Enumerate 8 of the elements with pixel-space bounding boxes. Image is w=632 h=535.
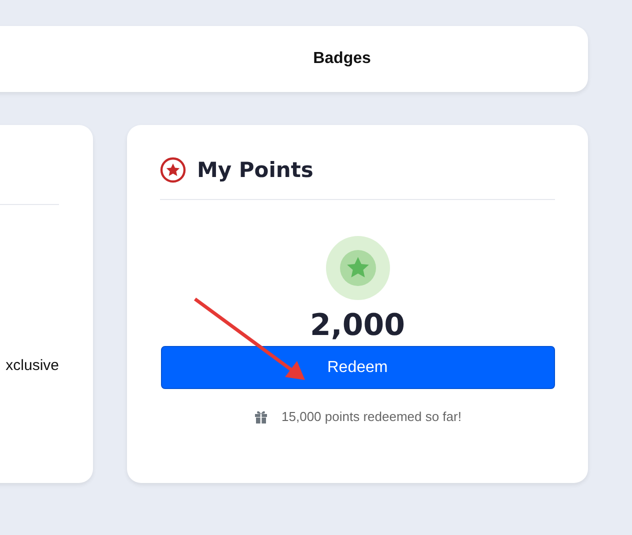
card-text: xclusive — [4, 357, 60, 374]
gift-icon — [254, 410, 268, 424]
star-medal-icon — [326, 236, 390, 300]
badges-tab[interactable]: Badges — [313, 50, 371, 68]
points-value: 2,000 — [310, 307, 405, 345]
redeemed-note: 15,000 points redeemed so far! — [282, 409, 462, 424]
redeem-button[interactable]: Redeem — [160, 346, 554, 389]
card-title: My Points — [197, 158, 314, 182]
